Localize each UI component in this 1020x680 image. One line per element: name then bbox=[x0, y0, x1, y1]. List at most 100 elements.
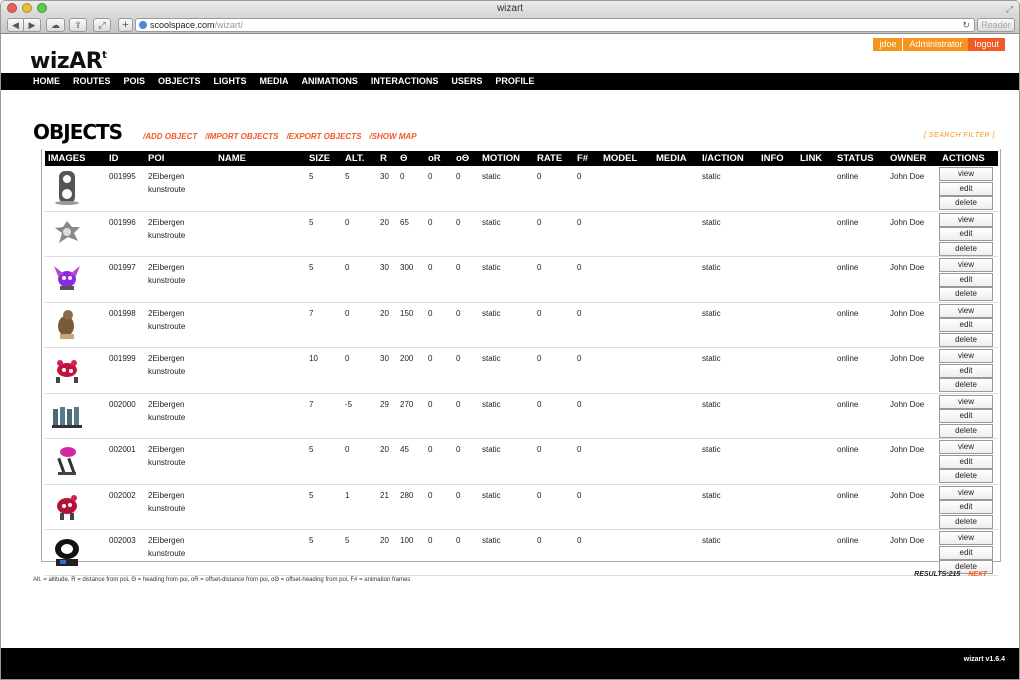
edit-button[interactable]: edit bbox=[939, 454, 993, 469]
view-button[interactable]: view bbox=[939, 303, 993, 318]
row-link bbox=[797, 530, 834, 576]
edit-button[interactable]: edit bbox=[939, 545, 993, 560]
row-altitude: 1 bbox=[345, 490, 350, 500]
nav-users[interactable]: USERS bbox=[451, 73, 482, 90]
delete-button[interactable]: delete bbox=[939, 469, 993, 483]
link-add-object[interactable]: /ADD OBJECT bbox=[143, 132, 197, 141]
row-frames: 0 bbox=[577, 217, 582, 227]
red-creature-icon bbox=[56, 360, 78, 383]
link-import-objects[interactable]: /IMPORT OBJECTS bbox=[205, 132, 278, 141]
view-button[interactable]: view bbox=[939, 394, 993, 409]
row-motion: static bbox=[482, 172, 501, 181]
page-title: OBJECTS bbox=[33, 120, 123, 144]
row-frames: 0 bbox=[577, 490, 582, 500]
edit-button[interactable]: edit bbox=[939, 363, 993, 378]
delete-button[interactable]: delete bbox=[939, 423, 993, 438]
column-header: Θ bbox=[400, 153, 408, 164]
row-distance: 20 bbox=[380, 445, 389, 454]
edit-button[interactable]: edit bbox=[939, 409, 993, 423]
row-offset-heading: 0 bbox=[456, 217, 461, 227]
search-filter-link[interactable]: [ SEARCH FILTER ] bbox=[924, 132, 995, 139]
view-button[interactable]: view bbox=[939, 258, 993, 272]
row-motion: static bbox=[482, 263, 501, 272]
row-name bbox=[215, 348, 306, 394]
nav-home[interactable]: HOME bbox=[33, 73, 60, 90]
nav-objects[interactable]: OBJECTS bbox=[158, 73, 201, 90]
column-header: ALT. bbox=[345, 153, 365, 164]
row-actions: view edit delete bbox=[939, 348, 998, 394]
view-button[interactable]: view bbox=[939, 531, 993, 545]
nav-animations[interactable]: ANIMATIONS bbox=[302, 73, 358, 90]
row-info bbox=[758, 302, 797, 348]
icloud-tabs-button[interactable]: ☁ bbox=[46, 18, 65, 32]
reader-button[interactable]: Reader bbox=[977, 18, 1015, 32]
logout-link[interactable]: logout bbox=[968, 38, 1005, 51]
row-image bbox=[45, 302, 106, 348]
site-logo[interactable]: wizARt bbox=[30, 49, 107, 74]
delete-button[interactable]: delete bbox=[939, 287, 993, 301]
close-button[interactable] bbox=[7, 3, 17, 13]
edit-button[interactable]: edit bbox=[939, 500, 993, 514]
view-button[interactable]: view bbox=[939, 440, 993, 454]
row-size: 5 bbox=[309, 172, 314, 181]
address-bar[interactable]: scoolspace.com/wizart/ ↻ bbox=[135, 18, 975, 32]
fullscreen-button[interactable]: ⤢ bbox=[93, 18, 111, 32]
row-altitude: 0 bbox=[345, 263, 350, 272]
view-button[interactable]: view bbox=[939, 212, 993, 227]
delete-button[interactable]: delete bbox=[939, 241, 993, 256]
reload-icon[interactable]: ↻ bbox=[962, 19, 970, 31]
view-button[interactable]: view bbox=[939, 167, 993, 181]
username-link[interactable]: jdoe bbox=[873, 38, 903, 51]
row-motion: static bbox=[482, 536, 501, 545]
link-export-objects[interactable]: /EXPORT OBJECTS bbox=[286, 132, 361, 141]
zoom-button[interactable] bbox=[37, 3, 47, 13]
nav-routes[interactable]: ROUTES bbox=[73, 73, 111, 90]
url-host: scoolspace.com bbox=[150, 20, 215, 30]
forward-button[interactable]: ▶ bbox=[24, 18, 41, 32]
delete-button[interactable]: delete bbox=[939, 196, 993, 210]
row-info bbox=[758, 166, 797, 211]
nav-pois[interactable]: POIS bbox=[124, 73, 146, 90]
table-row: 001999 2Eibergen kunstroute 10 0 30 200 0 0 stat… bbox=[45, 348, 998, 394]
row-media bbox=[653, 439, 699, 485]
edit-button[interactable]: edit bbox=[939, 227, 993, 241]
delete-button[interactable]: delete bbox=[939, 332, 993, 347]
row-owner: John Doe bbox=[890, 536, 925, 545]
row-interaction: static bbox=[702, 263, 721, 272]
row-frames: 0 bbox=[577, 354, 582, 363]
figure-group-icon bbox=[52, 406, 82, 428]
nav-media[interactable]: MEDIA bbox=[260, 73, 289, 90]
row-name bbox=[215, 211, 306, 257]
delete-button[interactable]: delete bbox=[939, 514, 993, 529]
delete-button[interactable]: delete bbox=[939, 378, 993, 392]
row-link bbox=[797, 484, 834, 530]
nav-interactions[interactable]: INTERACTIONS bbox=[371, 73, 439, 90]
edit-button[interactable]: edit bbox=[939, 272, 993, 287]
row-actions: view edit delete bbox=[939, 393, 998, 439]
row-poi: 2Eibergen kunstroute bbox=[148, 445, 186, 467]
gear-creature-icon bbox=[55, 220, 80, 243]
back-button[interactable]: ◀ bbox=[7, 18, 24, 32]
new-tab-button[interactable]: + bbox=[118, 18, 133, 32]
minimize-button[interactable] bbox=[22, 3, 32, 13]
row-offset-distance: 0 bbox=[428, 308, 433, 318]
nav-profile[interactable]: PROFILE bbox=[495, 73, 534, 90]
view-button[interactable]: view bbox=[939, 349, 993, 363]
column-header: SIZE bbox=[309, 153, 331, 164]
page-header: OBJECTS /ADD OBJECT/IMPORT OBJECTS/EXPOR… bbox=[33, 120, 995, 144]
row-id: 001998 bbox=[109, 308, 136, 318]
edit-button[interactable]: edit bbox=[939, 318, 993, 332]
row-heading: 150 bbox=[400, 308, 414, 318]
next-page-link[interactable]: NEXT bbox=[968, 571, 987, 578]
view-button[interactable]: view bbox=[939, 485, 993, 500]
row-status: online bbox=[837, 399, 859, 409]
edit-button[interactable]: edit bbox=[939, 181, 993, 196]
link-show-map[interactable]: /SHOW MAP bbox=[369, 132, 416, 141]
row-rate: 0 bbox=[537, 263, 542, 272]
row-distance: 30 bbox=[380, 172, 389, 181]
pink-walker-icon bbox=[57, 447, 76, 475]
fullscreen-icon[interactable]: ⤢ bbox=[1006, 2, 1013, 17]
table-row: 002003 2Eibergen kunstroute 5 5 20 100 0 0 stati… bbox=[45, 530, 998, 576]
nav-lights[interactable]: LIGHTS bbox=[214, 73, 247, 90]
share-button[interactable]: ⇪ bbox=[69, 18, 87, 32]
